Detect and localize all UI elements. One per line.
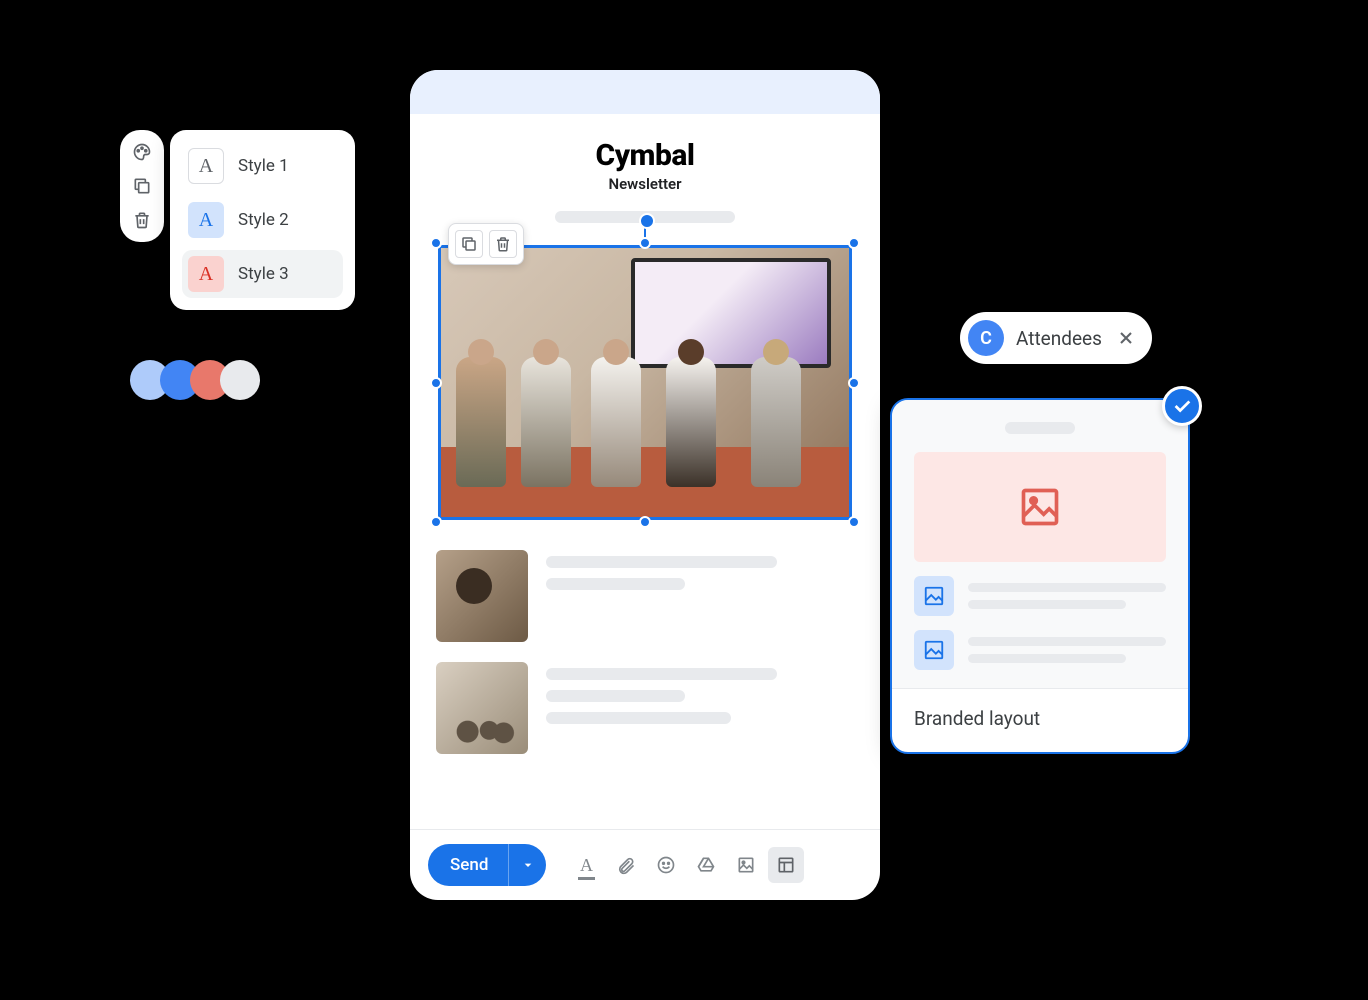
list-item[interactable] bbox=[436, 662, 854, 754]
style-option-1[interactable]: A Style 1 bbox=[182, 142, 343, 190]
recipient-chip[interactable]: C Attendees bbox=[960, 312, 1152, 364]
style-label: Style 1 bbox=[238, 156, 289, 176]
send-split-button: Send bbox=[428, 844, 546, 886]
brand-title: Cymbal bbox=[596, 138, 695, 173]
list-text bbox=[546, 662, 854, 724]
compose-body: Cymbal Newsletter bbox=[410, 114, 880, 829]
palette-icon[interactable] bbox=[128, 138, 156, 166]
resize-handle-bm[interactable] bbox=[639, 516, 651, 528]
list-text bbox=[546, 550, 854, 590]
trash-icon[interactable] bbox=[489, 230, 517, 258]
layout-icon[interactable] bbox=[768, 847, 804, 883]
placeholder-line bbox=[968, 654, 1126, 663]
emoji-icon[interactable] bbox=[648, 847, 684, 883]
resize-handle-tr[interactable] bbox=[848, 237, 860, 249]
layout-row-placeholder bbox=[914, 630, 1166, 670]
image-toolbar bbox=[448, 223, 524, 265]
newsletter-subtitle: Newsletter bbox=[609, 175, 682, 193]
resize-handle-tl[interactable] bbox=[430, 237, 442, 249]
chip-avatar: C bbox=[968, 320, 1004, 356]
placeholder-line bbox=[546, 712, 731, 724]
placeholder-line bbox=[968, 637, 1166, 646]
placeholder-line bbox=[546, 556, 777, 568]
list-item[interactable] bbox=[436, 550, 854, 642]
color-palette bbox=[130, 360, 260, 400]
hero-image[interactable] bbox=[438, 245, 852, 520]
compose-footer: Send A bbox=[410, 829, 880, 900]
close-icon[interactable] bbox=[1114, 326, 1138, 350]
style-label: Style 2 bbox=[238, 210, 289, 230]
style-swatch-3: A bbox=[188, 256, 224, 292]
drive-icon[interactable] bbox=[688, 847, 724, 883]
send-more-button[interactable] bbox=[508, 844, 546, 886]
check-icon bbox=[1162, 386, 1202, 426]
layout-card-title: Branded layout bbox=[892, 688, 1188, 752]
send-button[interactable]: Send bbox=[428, 844, 508, 886]
style-option-2[interactable]: A Style 2 bbox=[182, 196, 343, 244]
resize-handle-bl[interactable] bbox=[430, 516, 442, 528]
placeholder-line bbox=[1005, 422, 1075, 434]
hero-image-wrapper bbox=[438, 245, 852, 520]
placeholder-line bbox=[968, 600, 1126, 609]
content-list bbox=[436, 550, 854, 754]
layout-row-placeholder bbox=[914, 576, 1166, 616]
placeholder-line bbox=[546, 668, 777, 680]
style-picker-card: A Style 1 A Style 2 A Style 3 bbox=[170, 130, 355, 310]
style-tool-strip bbox=[120, 130, 164, 242]
resize-handle-tm[interactable] bbox=[639, 237, 651, 249]
image-icon[interactable] bbox=[728, 847, 764, 883]
resize-handle-br[interactable] bbox=[848, 516, 860, 528]
compose-window: Cymbal Newsletter bbox=[410, 70, 880, 900]
copy-icon[interactable] bbox=[455, 230, 483, 258]
copy-icon[interactable] bbox=[128, 172, 156, 200]
format-toolbar: A bbox=[568, 847, 804, 883]
image-icon bbox=[1018, 485, 1062, 529]
list-thumbnail bbox=[436, 550, 528, 642]
image-icon bbox=[914, 630, 954, 670]
palette-color-4[interactable] bbox=[220, 360, 260, 400]
style-swatch-1: A bbox=[188, 148, 224, 184]
style-option-3[interactable]: A Style 3 bbox=[182, 250, 343, 298]
layout-hero-placeholder bbox=[914, 452, 1166, 562]
compose-header-bar[interactable] bbox=[410, 70, 880, 114]
layout-template-card[interactable]: Branded layout bbox=[890, 398, 1190, 754]
list-thumbnail bbox=[436, 662, 528, 754]
style-swatch-2: A bbox=[188, 202, 224, 238]
trash-icon[interactable] bbox=[128, 206, 156, 234]
resize-handle-ml[interactable] bbox=[430, 377, 442, 389]
placeholder-line bbox=[968, 583, 1166, 592]
resize-handle-mr[interactable] bbox=[848, 377, 860, 389]
style-label: Style 3 bbox=[238, 264, 289, 284]
placeholder-line bbox=[546, 690, 685, 702]
attachment-icon[interactable] bbox=[608, 847, 644, 883]
layout-preview bbox=[892, 400, 1188, 688]
text-color-icon[interactable]: A bbox=[568, 847, 604, 883]
chip-label: Attendees bbox=[1016, 327, 1102, 350]
image-icon bbox=[914, 576, 954, 616]
placeholder-line bbox=[546, 578, 685, 590]
